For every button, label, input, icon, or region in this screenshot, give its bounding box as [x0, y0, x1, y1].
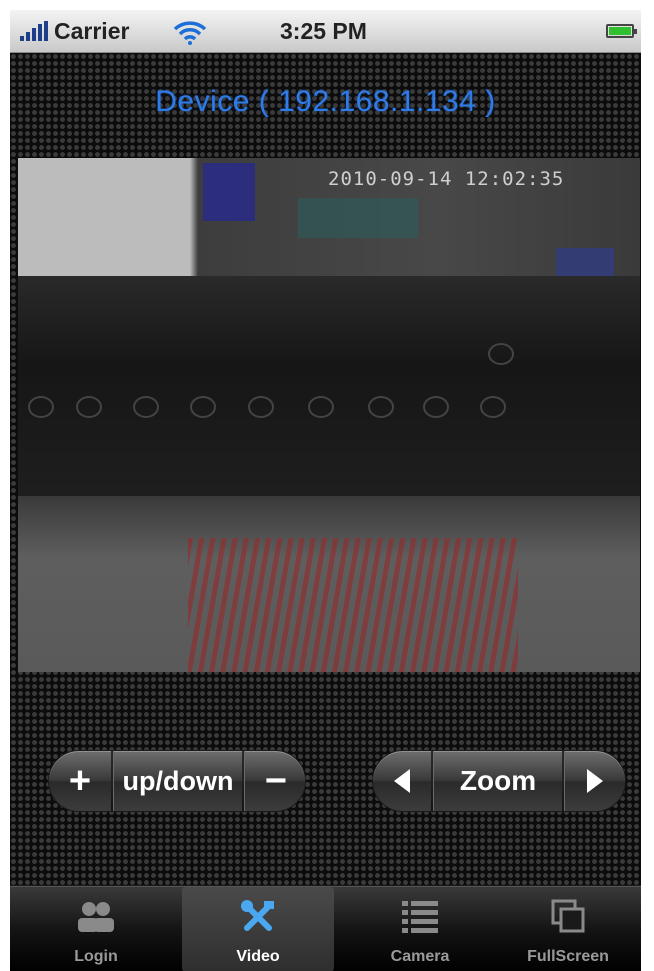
minus-button[interactable]: − — [245, 751, 307, 811]
tab-camera-label: Camera — [390, 948, 450, 965]
signal-bars-icon — [20, 21, 50, 41]
triangle-left-icon — [394, 769, 410, 793]
tab-bar: Login Video Camera FullScreen — [10, 886, 641, 971]
users-icon — [78, 902, 114, 932]
tools-icon — [241, 900, 274, 931]
window-icon — [551, 899, 585, 933]
tab-video-label: Video — [236, 948, 280, 965]
zoom-in-button[interactable] — [565, 751, 625, 811]
video-feed[interactable]: 2010-09-14 12:02:35 — [18, 158, 640, 672]
clock-time: 3:25 PM — [280, 18, 367, 44]
tab-login[interactable]: Login — [20, 887, 172, 971]
tab-login-label: Login — [74, 948, 118, 965]
battery-icon — [606, 24, 637, 38]
carrier-name: Carrier — [54, 18, 130, 44]
status-bar: Carrier 3:25 PM — [10, 10, 641, 53]
list-icon — [402, 901, 438, 933]
plus-button[interactable]: + — [49, 751, 111, 811]
battery-fill — [609, 27, 631, 35]
updown-label: up/down — [122, 766, 234, 796]
tab-video[interactable]: Video — [182, 887, 334, 971]
tab-fullscreen[interactable]: FullScreen — [492, 887, 641, 971]
phone-screen: Carrier 3:25 PM Device ( 192.168.1.134 ) — [10, 10, 641, 971]
triangle-right-icon — [587, 769, 603, 793]
wifi-icon — [173, 21, 207, 45]
zoom-out-button[interactable] — [373, 751, 431, 811]
zoom-label: Zoom — [459, 765, 537, 796]
tab-fullscreen-label: FullScreen — [527, 948, 609, 965]
video-timestamp: 2010-09-14 12:02:35 — [328, 168, 565, 190]
zoom-control: Zoom — [372, 750, 626, 812]
updown-control: + up/down − — [48, 750, 306, 812]
device-title: Device ( 192.168.1.134 ) — [155, 85, 496, 118]
tab-camera[interactable]: Camera — [344, 887, 496, 971]
